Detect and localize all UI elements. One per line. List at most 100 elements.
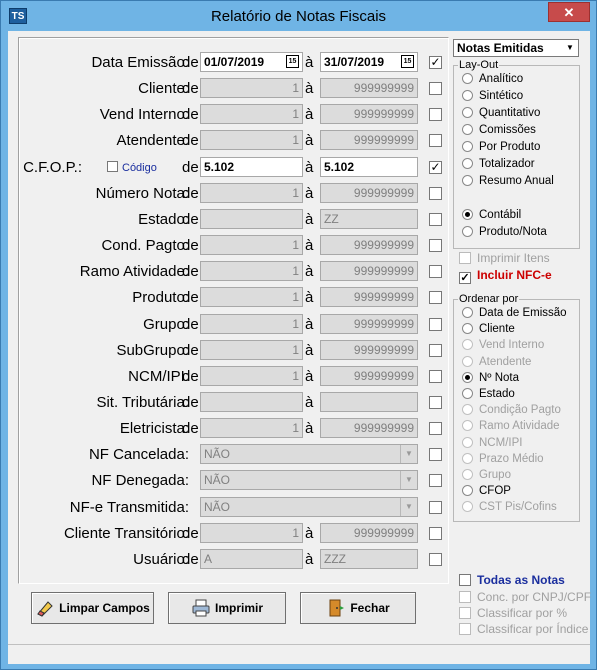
from-input[interactable]: 1 — [200, 365, 303, 386]
ordenar-radio[interactable]: NCM/IPI — [462, 436, 522, 453]
layout-radio[interactable]: Analítico — [462, 73, 523, 89]
filter-checkbox[interactable] — [429, 448, 442, 462]
filter-checkbox[interactable] — [429, 474, 442, 488]
to-input[interactable]: 999999999 — [320, 365, 418, 386]
ordenar-radio[interactable]: Data de Emissão — [462, 307, 567, 323]
incluir-nfce-checkbox[interactable]: ✓ Incluir NFC-e — [459, 268, 552, 284]
filter-checkbox[interactable] — [429, 422, 442, 436]
to-input[interactable]: 5.102 — [320, 156, 418, 177]
filter-checkbox[interactable] — [429, 212, 442, 226]
to-input[interactable]: 31/07/2019 15 — [320, 52, 418, 72]
filter-checkbox[interactable] — [429, 82, 442, 96]
todas-notas-checkbox[interactable]: Todas as Notas — [459, 573, 565, 587]
to-input[interactable]: ZZ — [320, 208, 418, 229]
to-input[interactable]: ZZZ — [320, 548, 418, 569]
from-input[interactable]: 01/07/2019 15 — [200, 52, 303, 72]
from-input[interactable] — [200, 208, 303, 229]
de-label: de — [182, 132, 199, 150]
a-label: à — [305, 550, 314, 568]
from-input[interactable]: 1 — [200, 418, 303, 439]
filter-checkbox[interactable] — [429, 395, 442, 409]
calendar-icon[interactable]: 15 — [401, 55, 414, 68]
from-input[interactable]: 1 — [200, 522, 303, 543]
to-input[interactable]: 999999999 — [320, 339, 418, 360]
from-input[interactable]: A — [200, 548, 303, 569]
ordenar-radio[interactable]: Condição Pagto — [462, 404, 561, 420]
classificar-indice-checkbox[interactable]: Classificar por Índice — [459, 622, 588, 636]
filter-checkbox[interactable] — [429, 369, 442, 383]
to-input[interactable]: 999999999 — [320, 418, 418, 439]
chevron-down-icon: ▼ — [400, 471, 417, 490]
filter-checkbox[interactable]: ✓ — [429, 160, 442, 174]
layout-radio[interactable]: Por Produto — [462, 141, 540, 157]
select-label: NF-e Transmitida: — [69, 498, 189, 516]
close-button[interactable]: ✕ — [548, 2, 590, 22]
from-input[interactable]: 1 — [200, 313, 303, 334]
a-label: à — [305, 54, 314, 71]
contabil-radio[interactable]: Produto/Nota — [462, 226, 547, 242]
filter-checkbox[interactable] — [429, 343, 442, 357]
codigo-checkbox[interactable]: Código — [107, 160, 157, 174]
filter-checkbox[interactable] — [429, 186, 442, 200]
from-input[interactable]: 5.102 — [200, 156, 303, 177]
filter-checkbox[interactable] — [429, 265, 442, 279]
ordenar-radio[interactable]: Vend Interno — [462, 339, 544, 355]
ordenar-radio[interactable]: Prazo Médio — [462, 452, 544, 469]
yes-no-select[interactable]: NÃO ▼ — [200, 496, 418, 517]
conc-cnpj-checkbox[interactable]: Conc. por CNPJ/CPF — [459, 590, 591, 604]
to-input[interactable] — [320, 391, 418, 412]
layout-radio[interactable]: Comissões — [462, 124, 536, 140]
to-input[interactable]: 999999999 — [320, 130, 418, 151]
limpar-campos-button[interactable]: Limpar Campos — [31, 592, 154, 624]
from-input[interactable]: 1 — [200, 104, 303, 125]
ordenar-radio[interactable]: CFOP — [462, 485, 511, 501]
filter-checkbox[interactable] — [429, 526, 442, 540]
imprimir-itens-checkbox[interactable]: Imprimir Itens — [459, 251, 550, 265]
layout-radio[interactable]: Totalizador — [462, 158, 535, 174]
select-row: NF-e Transmitida: NÃO ▼ — [19, 496, 448, 518]
ordenar-radio[interactable]: Grupo — [462, 469, 511, 485]
filter-checkbox[interactable]: ✓ — [429, 56, 442, 69]
filter-checkbox[interactable] — [429, 317, 442, 331]
ordenar-radio[interactable]: Estado — [462, 388, 515, 404]
to-input[interactable]: 999999999 — [320, 261, 418, 282]
to-input[interactable]: 999999999 — [320, 104, 418, 125]
filter-label: NCM/IPI: — [128, 367, 189, 385]
from-input[interactable]: 1 — [200, 287, 303, 308]
to-input[interactable]: 999999999 — [320, 182, 418, 203]
from-input[interactable]: 1 — [200, 182, 303, 203]
from-input[interactable]: 1 — [200, 261, 303, 282]
yes-no-select[interactable]: NÃO ▼ — [200, 470, 418, 491]
filter-checkbox[interactable] — [429, 552, 442, 566]
to-input[interactable]: 999999999 — [320, 313, 418, 334]
ordenar-radio[interactable]: Cliente — [462, 323, 515, 339]
layout-radio[interactable]: Resumo Anual — [462, 175, 554, 191]
from-input[interactable]: 1 — [200, 78, 303, 99]
to-input[interactable]: 999999999 — [320, 522, 418, 543]
report-type-select[interactable]: Notas Emitidas ▼ — [453, 39, 579, 57]
imprimir-button[interactable]: Imprimir — [168, 592, 286, 624]
from-input[interactable] — [200, 391, 303, 412]
filter-checkbox[interactable] — [429, 134, 442, 148]
ordenar-radio[interactable]: Nº Nota — [462, 371, 519, 388]
from-input[interactable]: 1 — [200, 339, 303, 360]
filter-checkbox[interactable] — [429, 500, 442, 514]
layout-radio[interactable]: Quantitativo — [462, 107, 540, 123]
filter-checkbox[interactable] — [429, 239, 442, 253]
ordenar-radio[interactable]: Ramo Atividade — [462, 420, 560, 436]
filter-checkbox[interactable] — [429, 108, 442, 122]
layout-radio[interactable]: Sintético — [462, 90, 523, 106]
yes-no-select[interactable]: NÃO ▼ — [200, 444, 418, 465]
from-input[interactable]: 1 — [200, 130, 303, 151]
classificar-pct-checkbox[interactable]: Classificar por % — [459, 606, 567, 620]
calendar-icon[interactable]: 15 — [286, 55, 299, 68]
to-input[interactable]: 999999999 — [320, 78, 418, 99]
contabil-radio[interactable]: Contábil — [462, 209, 521, 225]
to-input[interactable]: 999999999 — [320, 235, 418, 256]
to-input[interactable]: 999999999 — [320, 287, 418, 308]
ordenar-radio[interactable]: Atendente — [462, 355, 531, 372]
from-input[interactable]: 1 — [200, 235, 303, 256]
fechar-button[interactable]: Fechar — [300, 592, 416, 624]
filter-checkbox[interactable] — [429, 291, 442, 305]
ordenar-radio[interactable]: CST Pis/Cofins — [462, 501, 557, 517]
